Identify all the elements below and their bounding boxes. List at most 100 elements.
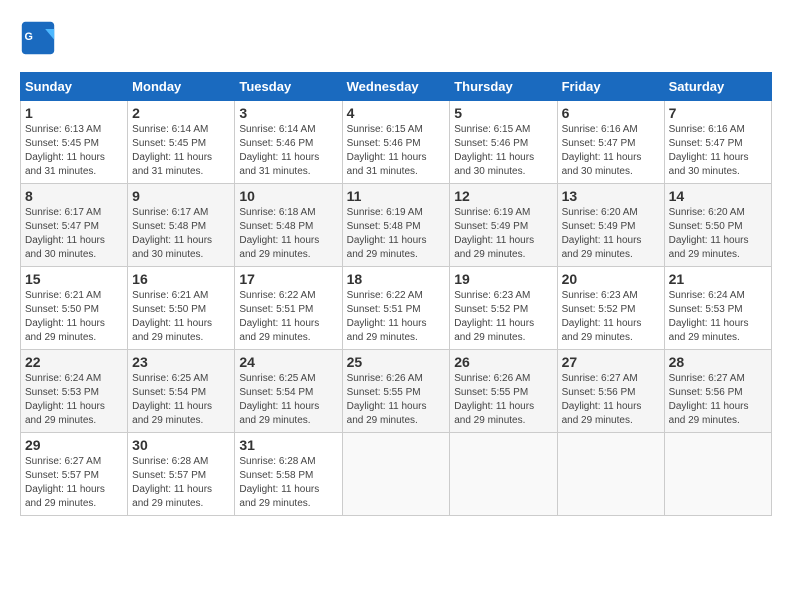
calendar-day-cell: 24Sunrise: 6:25 AMSunset: 5:54 PMDayligh… [235, 350, 342, 433]
calendar-day-cell: 9 Sunrise: 6:17 AMSunset: 5:48 PMDaylight… [128, 184, 235, 267]
day-number: 23 [132, 354, 230, 370]
day-info: Sunrise: 6:16 AMSunset: 5:47 PMDaylight:… [562, 123, 660, 179]
calendar-week-row: 29 Sunrise: 6:27 AMSunset: 5:57 PMDayligh… [21, 433, 772, 516]
calendar-day-cell: 6 Sunrise: 6:16 AMSunset: 5:47 PMDaylight… [557, 101, 664, 184]
day-info: Sunrise: 6:28 AMSunset: 5:57 PMDaylight:… [132, 455, 230, 511]
calendar-day-cell: 11 Sunrise: 6:19 AMSunset: 5:48 PMDayligh… [342, 184, 450, 267]
calendar-day-cell: 19 Sunrise: 6:23 AMSunset: 5:52 PMDayligh… [450, 267, 557, 350]
calendar-day-cell: 28 Sunrise: 6:27 AMSunset: 5:56 PMDayligh… [664, 350, 771, 433]
day-number: 12 [454, 188, 552, 204]
day-number: 26 [454, 354, 552, 370]
calendar-day-cell: 29 Sunrise: 6:27 AMSunset: 5:57 PMDayligh… [21, 433, 128, 516]
weekday-header: Monday [128, 73, 235, 101]
calendar-day-cell: 14 Sunrise: 6:20 AMSunset: 5:50 PMDayligh… [664, 184, 771, 267]
calendar-day-cell: 22 Sunrise: 6:24 AMSunset: 5:53 PMDayligh… [21, 350, 128, 433]
day-info: Sunrise: 6:28 AMSunset: 5:58 PMDaylight:… [239, 455, 337, 511]
day-info: Sunrise: 6:26 AMSunset: 5:55 PMDaylight:… [454, 372, 552, 428]
day-info: Sunrise: 6:14 AMSunset: 5:45 PMDaylight:… [132, 123, 230, 179]
calendar-week-row: 1Sunrise: 6:13 AMSunset: 5:45 PMDaylight… [21, 101, 772, 184]
calendar-day-cell [557, 433, 664, 516]
day-info: Sunrise: 6:27 AMSunset: 5:56 PMDaylight:… [562, 372, 660, 428]
day-number: 10 [239, 188, 337, 204]
calendar-day-cell: 25 Sunrise: 6:26 AMSunset: 5:55 PMDayligh… [342, 350, 450, 433]
logo: G [20, 20, 60, 56]
weekday-header: Friday [557, 73, 664, 101]
day-number: 27 [562, 354, 660, 370]
day-info: Sunrise: 6:16 AMSunset: 5:47 PMDaylight:… [669, 123, 767, 179]
calendar-day-cell: 15Sunrise: 6:21 AMSunset: 5:50 PMDayligh… [21, 267, 128, 350]
day-number: 16 [132, 271, 230, 287]
calendar-week-row: 22 Sunrise: 6:24 AMSunset: 5:53 PMDayligh… [21, 350, 772, 433]
weekday-header-row: SundayMondayTuesdayWednesdayThursdayFrid… [21, 73, 772, 101]
calendar-day-cell: 27 Sunrise: 6:27 AMSunset: 5:56 PMDayligh… [557, 350, 664, 433]
day-number: 4 [347, 105, 446, 121]
day-number: 18 [347, 271, 446, 287]
day-info: Sunrise: 6:24 AMSunset: 5:53 PMDaylight:… [25, 372, 123, 428]
day-info: Sunrise: 6:20 AMSunset: 5:49 PMDaylight:… [562, 206, 660, 262]
calendar-day-cell: 17 Sunrise: 6:22 AMSunset: 5:51 PMDayligh… [235, 267, 342, 350]
day-number: 6 [562, 105, 660, 121]
day-info: Sunrise: 6:21 AMSunset: 5:50 PMDaylight:… [132, 289, 230, 345]
day-number: 31 [239, 437, 337, 453]
calendar-day-cell: 7Sunrise: 6:16 AMSunset: 5:47 PMDaylight… [664, 101, 771, 184]
calendar-day-cell: 4 Sunrise: 6:15 AMSunset: 5:46 PMDaylight… [342, 101, 450, 184]
calendar-day-cell: 21 Sunrise: 6:24 AMSunset: 5:53 PMDayligh… [664, 267, 771, 350]
day-number: 8 [25, 188, 123, 204]
calendar-day-cell: 26 Sunrise: 6:26 AMSunset: 5:55 PMDayligh… [450, 350, 557, 433]
day-number: 17 [239, 271, 337, 287]
day-info: Sunrise: 6:22 AMSunset: 5:51 PMDaylight:… [239, 289, 337, 345]
logo-icon: G [20, 20, 56, 56]
calendar-week-row: 8 Sunrise: 6:17 AMSunset: 5:47 PMDaylight… [21, 184, 772, 267]
calendar-day-cell [450, 433, 557, 516]
day-info: Sunrise: 6:17 AMSunset: 5:48 PMDaylight:… [132, 206, 230, 262]
weekday-header: Wednesday [342, 73, 450, 101]
day-info: Sunrise: 6:19 AMSunset: 5:48 PMDaylight:… [347, 206, 446, 262]
day-number: 13 [562, 188, 660, 204]
calendar-day-cell: 10 Sunrise: 6:18 AMSunset: 5:48 PMDayligh… [235, 184, 342, 267]
calendar-day-cell: 23Sunrise: 6:25 AMSunset: 5:54 PMDayligh… [128, 350, 235, 433]
calendar-day-cell: 18 Sunrise: 6:22 AMSunset: 5:51 PMDayligh… [342, 267, 450, 350]
day-number: 19 [454, 271, 552, 287]
calendar-day-cell: 1Sunrise: 6:13 AMSunset: 5:45 PMDaylight… [21, 101, 128, 184]
day-info: Sunrise: 6:15 AMSunset: 5:46 PMDaylight:… [454, 123, 552, 179]
calendar-day-cell: 3Sunrise: 6:14 AMSunset: 5:46 PMDaylight… [235, 101, 342, 184]
day-info: Sunrise: 6:26 AMSunset: 5:55 PMDaylight:… [347, 372, 446, 428]
weekday-header: Thursday [450, 73, 557, 101]
day-info: Sunrise: 6:17 AMSunset: 5:47 PMDaylight:… [25, 206, 123, 262]
day-number: 29 [25, 437, 123, 453]
day-info: Sunrise: 6:13 AMSunset: 5:45 PMDaylight:… [25, 123, 123, 179]
day-number: 14 [669, 188, 767, 204]
day-info: Sunrise: 6:27 AMSunset: 5:56 PMDaylight:… [669, 372, 767, 428]
day-number: 24 [239, 354, 337, 370]
day-info: Sunrise: 6:24 AMSunset: 5:53 PMDaylight:… [669, 289, 767, 345]
svg-text:G: G [25, 31, 33, 43]
day-number: 25 [347, 354, 446, 370]
day-number: 2 [132, 105, 230, 121]
day-info: Sunrise: 6:27 AMSunset: 5:57 PMDaylight:… [25, 455, 123, 511]
day-number: 28 [669, 354, 767, 370]
calendar-day-cell: 2 Sunrise: 6:14 AMSunset: 5:45 PMDaylight… [128, 101, 235, 184]
day-number: 21 [669, 271, 767, 287]
calendar-day-cell: 13 Sunrise: 6:20 AMSunset: 5:49 PMDayligh… [557, 184, 664, 267]
day-number: 22 [25, 354, 123, 370]
day-info: Sunrise: 6:15 AMSunset: 5:46 PMDaylight:… [347, 123, 446, 179]
calendar-day-cell: 8 Sunrise: 6:17 AMSunset: 5:47 PMDaylight… [21, 184, 128, 267]
day-info: Sunrise: 6:14 AMSunset: 5:46 PMDaylight:… [239, 123, 337, 179]
day-info: Sunrise: 6:18 AMSunset: 5:48 PMDaylight:… [239, 206, 337, 262]
day-number: 30 [132, 437, 230, 453]
day-info: Sunrise: 6:21 AMSunset: 5:50 PMDaylight:… [25, 289, 123, 345]
day-info: Sunrise: 6:22 AMSunset: 5:51 PMDaylight:… [347, 289, 446, 345]
day-number: 9 [132, 188, 230, 204]
day-info: Sunrise: 6:20 AMSunset: 5:50 PMDaylight:… [669, 206, 767, 262]
day-number: 5 [454, 105, 552, 121]
calendar-day-cell: 5 Sunrise: 6:15 AMSunset: 5:46 PMDaylight… [450, 101, 557, 184]
day-number: 11 [347, 188, 446, 204]
weekday-header: Saturday [664, 73, 771, 101]
calendar-day-cell: 16 Sunrise: 6:21 AMSunset: 5:50 PMDayligh… [128, 267, 235, 350]
calendar-day-cell: 12Sunrise: 6:19 AMSunset: 5:49 PMDayligh… [450, 184, 557, 267]
calendar-day-cell: 20Sunrise: 6:23 AMSunset: 5:52 PMDayligh… [557, 267, 664, 350]
page-header: G [20, 20, 772, 56]
weekday-header: Tuesday [235, 73, 342, 101]
day-info: Sunrise: 6:23 AMSunset: 5:52 PMDaylight:… [454, 289, 552, 345]
calendar-day-cell: 31 Sunrise: 6:28 AMSunset: 5:58 PMDayligh… [235, 433, 342, 516]
